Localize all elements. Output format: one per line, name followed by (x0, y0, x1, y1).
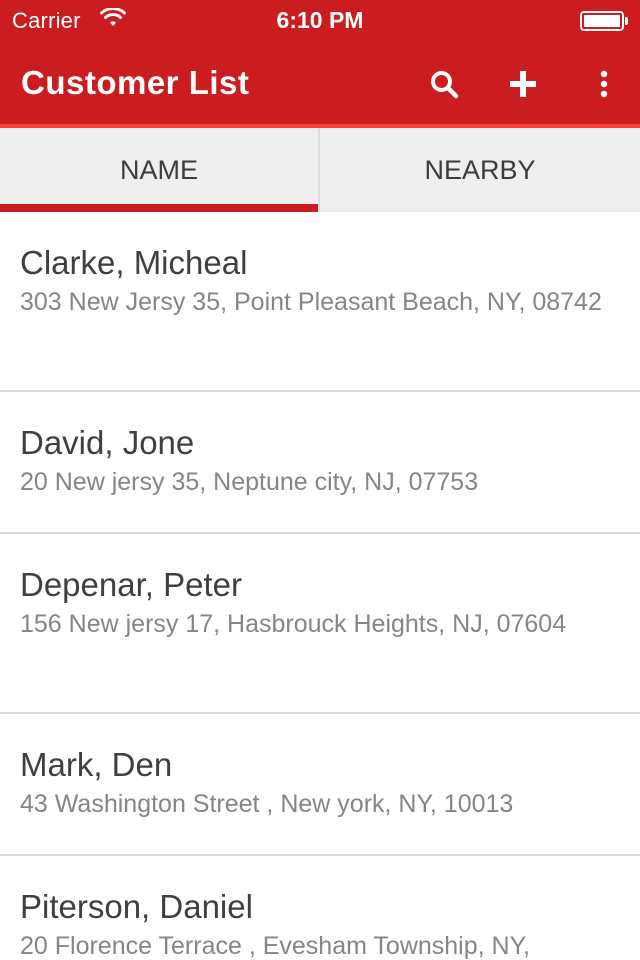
customer-name: Clarke, Micheal (20, 244, 248, 281)
search-button[interactable] (424, 64, 464, 104)
customer-address: 20 Florence Terrace , Evesham Township, … (20, 932, 530, 960)
customer-name: Mark, Den (20, 746, 173, 783)
list-item[interactable]: Piterson, Daniel 20 Florence Terrace , E… (0, 856, 640, 960)
customer-name: Piterson, Daniel (20, 888, 253, 925)
customer-name: David, Jone (20, 424, 195, 461)
list-item[interactable]: Depenar, Peter 156 New jersy 17, Hasbrou… (0, 534, 640, 714)
status-bar: Carrier 6:10 PM (0, 0, 640, 40)
page-title: Customer List (21, 64, 250, 101)
list-item[interactable]: Clarke, Micheal 303 New Jersy 35, Point … (0, 212, 640, 392)
customer-address: 156 New jersy 17, Hasbrouck Heights, NJ,… (20, 610, 567, 638)
customer-name: Depenar, Peter (20, 566, 242, 603)
plus-icon (510, 71, 536, 97)
customer-address: 20 New jersy 35, Neptune city, NJ, 07753 (20, 468, 479, 496)
tab-bar: NAME NEARBY (0, 128, 640, 212)
tab-name[interactable]: NAME (0, 128, 318, 212)
tab-nearby[interactable]: NEARBY (320, 128, 640, 212)
list-item[interactable]: Mark, Den 43 Washington Street , New yor… (0, 714, 640, 856)
more-vertical-icon (600, 70, 608, 98)
search-icon (431, 71, 459, 99)
more-options-button[interactable] (584, 64, 624, 104)
status-time: 6:10 PM (276, 7, 364, 33)
customer-address: 303 New Jersy 35, Point Pleasant Beach, … (20, 288, 602, 316)
tab-selected-indicator (0, 204, 318, 212)
list-item[interactable]: David, Jone 20 New jersy 35, Neptune cit… (0, 392, 640, 534)
app-bar: Customer List (0, 40, 640, 126)
customer-address: 43 Washington Street , New york, NY, 100… (20, 790, 514, 818)
customer-list: Clarke, Micheal 303 New Jersy 35, Point … (0, 212, 640, 960)
add-customer-button[interactable] (503, 64, 543, 104)
battery-icon (580, 11, 628, 31)
